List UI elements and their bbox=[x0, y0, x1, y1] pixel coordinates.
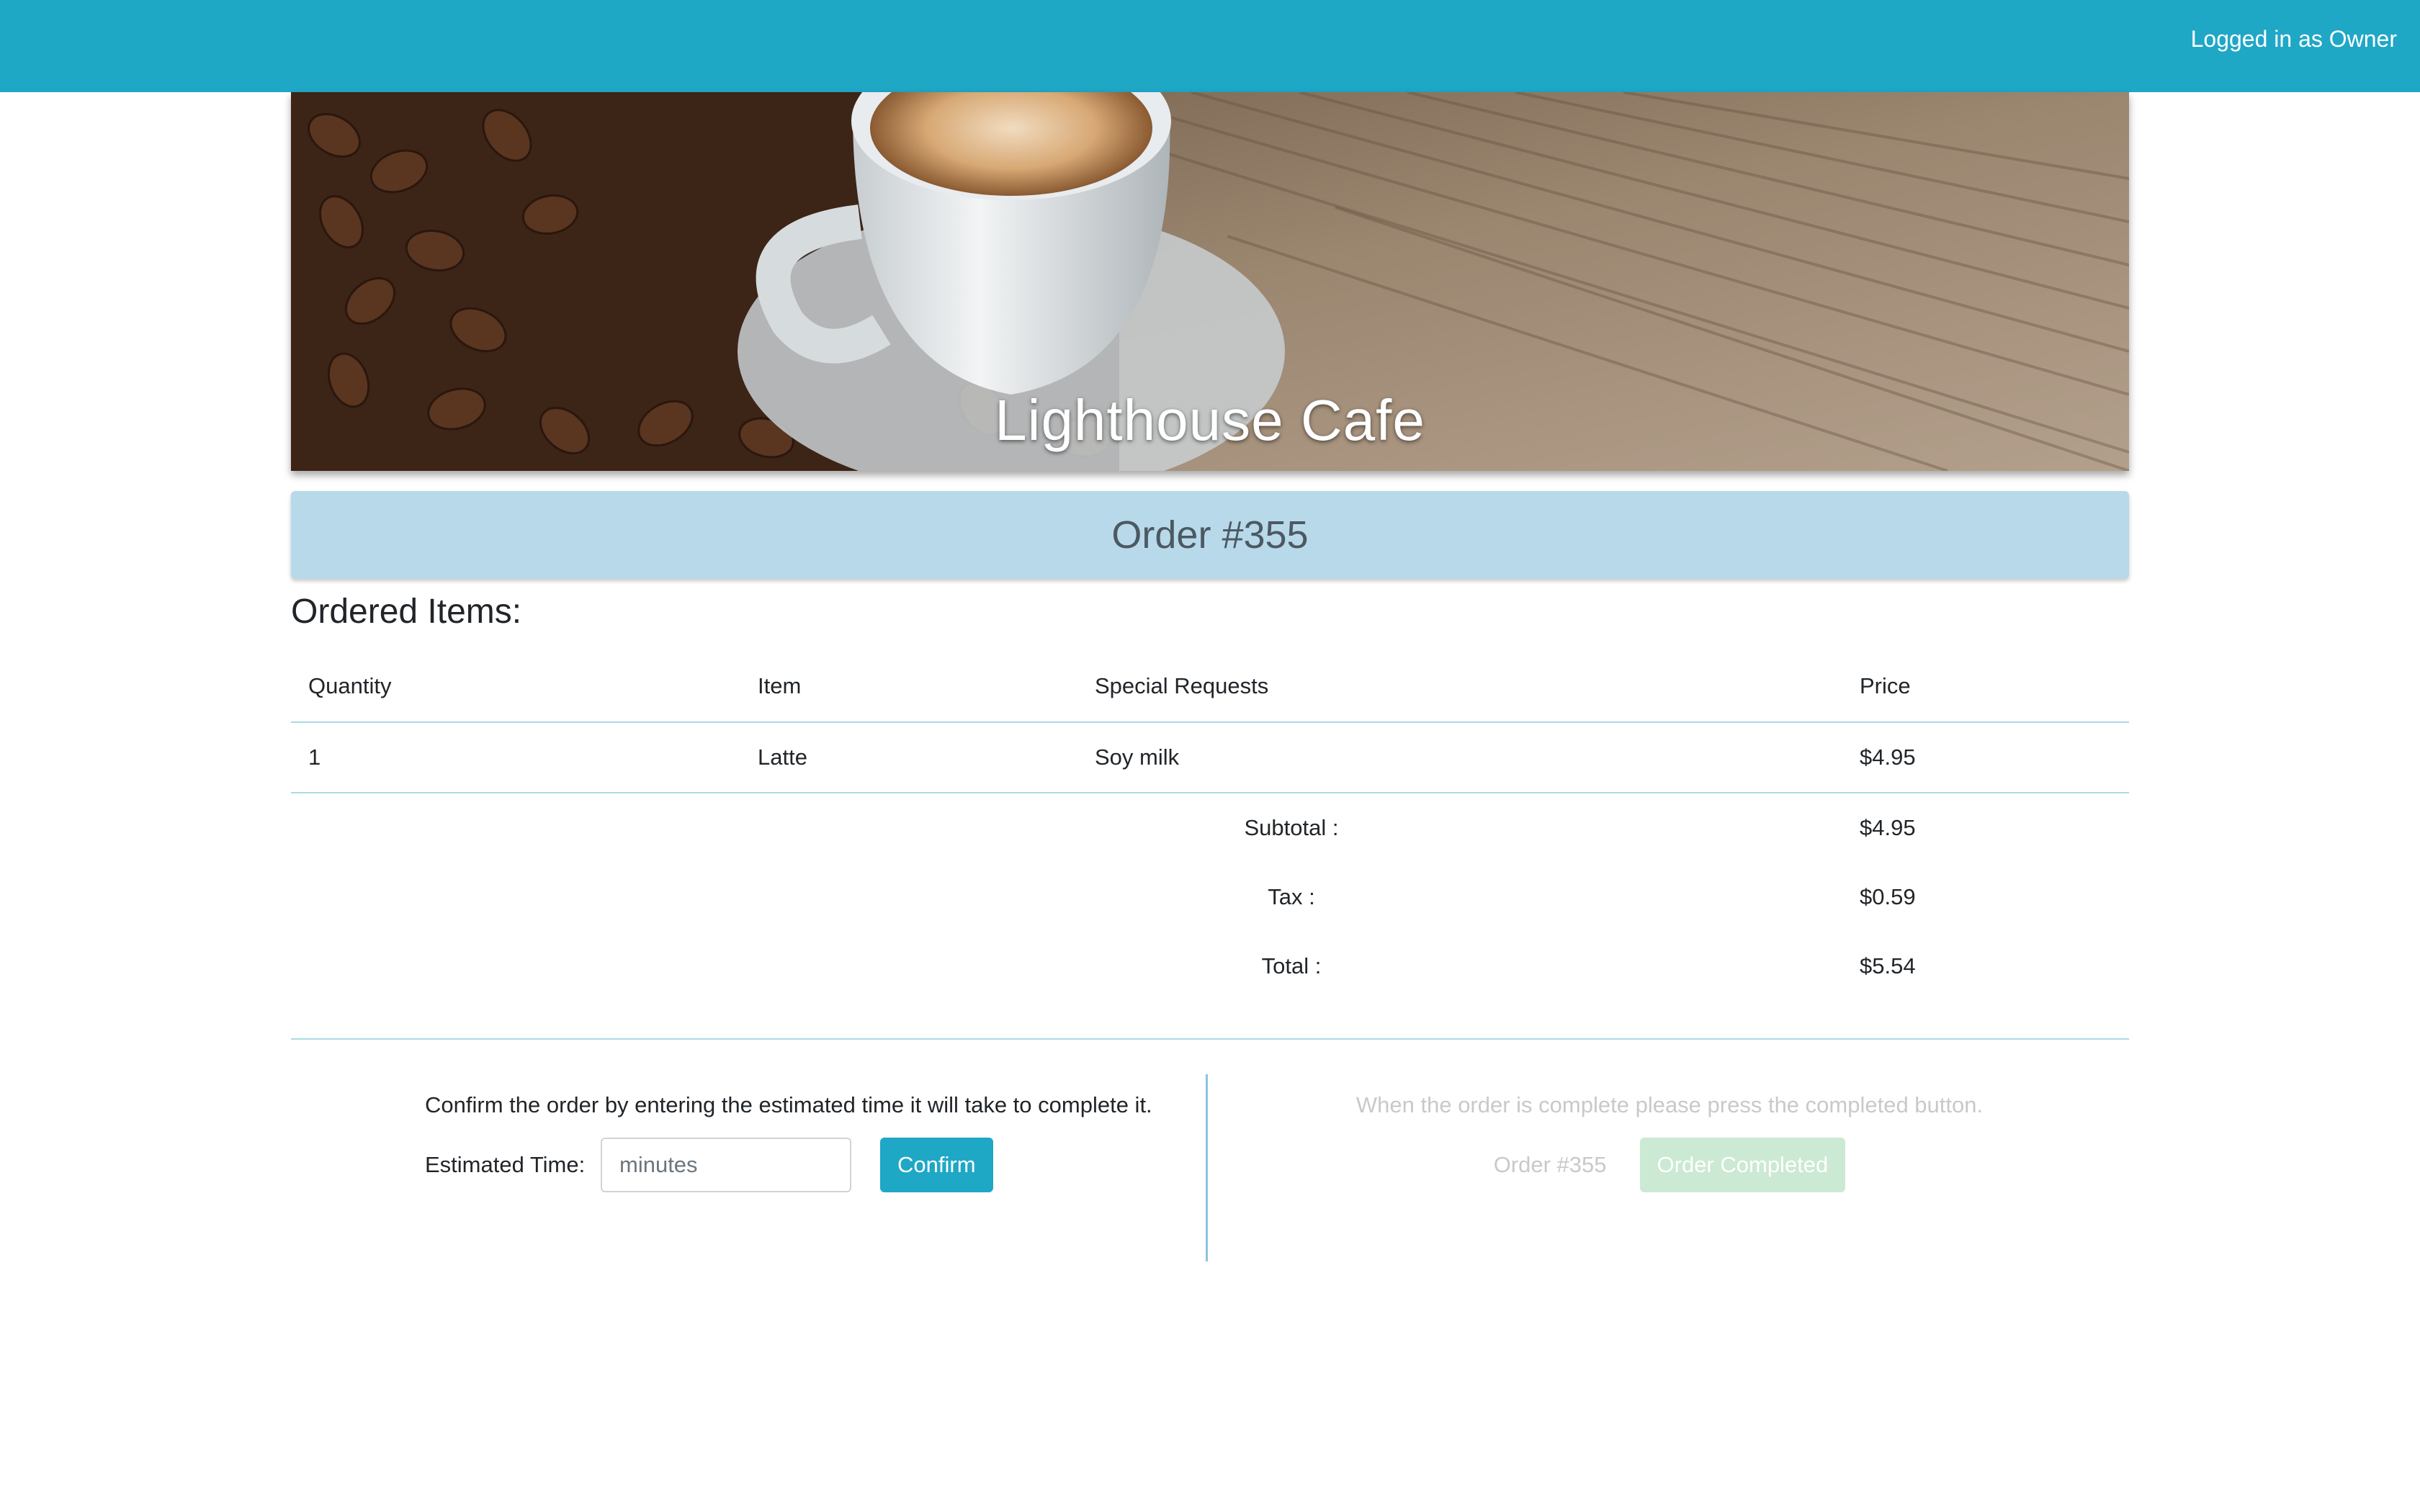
cell-special-requests: Soy milk bbox=[1077, 722, 1842, 793]
top-navbar: Logged in as Owner bbox=[0, 0, 2420, 92]
subtotal-row: Subtotal : $4.95 bbox=[291, 793, 2129, 863]
confirm-button[interactable]: Confirm bbox=[880, 1138, 993, 1192]
hero-banner: Lighthouse Cafe bbox=[291, 92, 2129, 471]
complete-order-label: Order #355 bbox=[1493, 1152, 1607, 1177]
total-label: Total : bbox=[1261, 953, 1322, 978]
cell-item: Latte bbox=[740, 722, 1077, 793]
ordered-items-table: Quantity Item Special Requests Price 1 L… bbox=[291, 651, 2129, 1001]
ordered-items-heading: Ordered Items: bbox=[291, 593, 522, 631]
table-row: 1 Latte Soy milk $4.95 bbox=[291, 722, 2129, 793]
subtotal-label: Subtotal : bbox=[1244, 815, 1339, 840]
cell-quantity: 1 bbox=[291, 722, 740, 793]
table-header-row: Quantity Item Special Requests Price bbox=[291, 651, 2129, 723]
complete-row: Order #355 Order Completed bbox=[1210, 1138, 2129, 1192]
column-header-special-requests: Special Requests bbox=[1077, 651, 1842, 723]
order-completed-button[interactable]: Order Completed bbox=[1639, 1138, 1846, 1192]
total-row: Total : $5.54 bbox=[291, 932, 2129, 1001]
confirm-instructions: Confirm the order by entering the estima… bbox=[425, 1092, 1152, 1117]
cafe-title: Lighthouse Cafe bbox=[995, 388, 1425, 452]
total-value: $5.54 bbox=[1860, 953, 1916, 978]
confirm-order-panel: Confirm the order by entering the estima… bbox=[425, 1083, 1152, 1192]
subtotal-value: $4.95 bbox=[1860, 815, 1916, 840]
estimated-time-row: Estimated Time: Confirm bbox=[425, 1138, 1152, 1192]
column-header-price: Price bbox=[1842, 651, 2129, 723]
complete-order-panel: When the order is complete please press … bbox=[1210, 1083, 2129, 1192]
order-title-banner: Order #355 bbox=[291, 491, 2129, 579]
main-container: Lighthouse Cafe Order #355 Ordered Items… bbox=[291, 92, 2129, 1261]
estimated-time-label: Estimated Time: bbox=[425, 1152, 586, 1177]
tax-row: Tax : $0.59 bbox=[291, 863, 2129, 932]
cell-price: $4.95 bbox=[1842, 722, 2129, 793]
column-header-quantity: Quantity bbox=[291, 651, 740, 723]
tax-value: $0.59 bbox=[1860, 884, 1916, 909]
login-status: Logged in as Owner bbox=[2190, 26, 2397, 52]
estimated-time-input[interactable] bbox=[601, 1138, 851, 1192]
vertical-divider bbox=[1206, 1074, 1208, 1261]
tax-label: Tax : bbox=[1268, 884, 1315, 909]
order-actions: Confirm the order by entering the estima… bbox=[291, 1040, 2129, 1261]
column-header-item: Item bbox=[740, 651, 1077, 723]
complete-instructions: When the order is complete please press … bbox=[1355, 1092, 1984, 1117]
